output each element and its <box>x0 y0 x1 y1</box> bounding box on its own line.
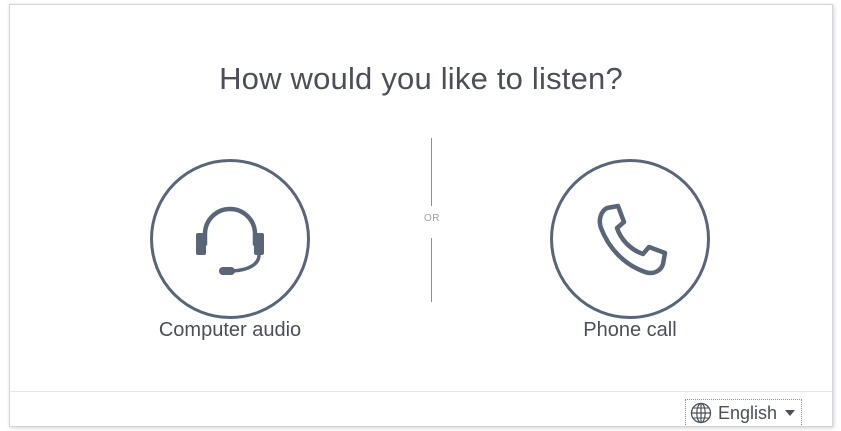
computer-audio-option[interactable]: Computer audio <box>120 159 340 344</box>
chevron-down-icon <box>785 410 796 416</box>
computer-audio-circle[interactable] <box>150 159 310 319</box>
footer-divider <box>10 391 832 392</box>
divider-line-top <box>431 138 432 206</box>
phone-icon <box>597 203 668 276</box>
globe-icon <box>690 402 712 424</box>
dialog-title: How would you like to listen? <box>219 61 623 96</box>
language-selector[interactable]: English <box>685 399 803 426</box>
computer-audio-label: Computer audio <box>158 319 302 341</box>
phone-call-option[interactable]: Phone call <box>520 159 740 344</box>
or-divider-text: OR <box>424 213 440 224</box>
audio-options-dialog: How would you like to listen? Computer a… <box>9 4 833 427</box>
headset-icon <box>196 206 264 275</box>
divider-line-bottom <box>431 238 432 302</box>
language-label: English <box>718 402 778 423</box>
phone-call-circle[interactable] <box>550 159 710 319</box>
phone-call-label: Phone call <box>583 319 677 341</box>
